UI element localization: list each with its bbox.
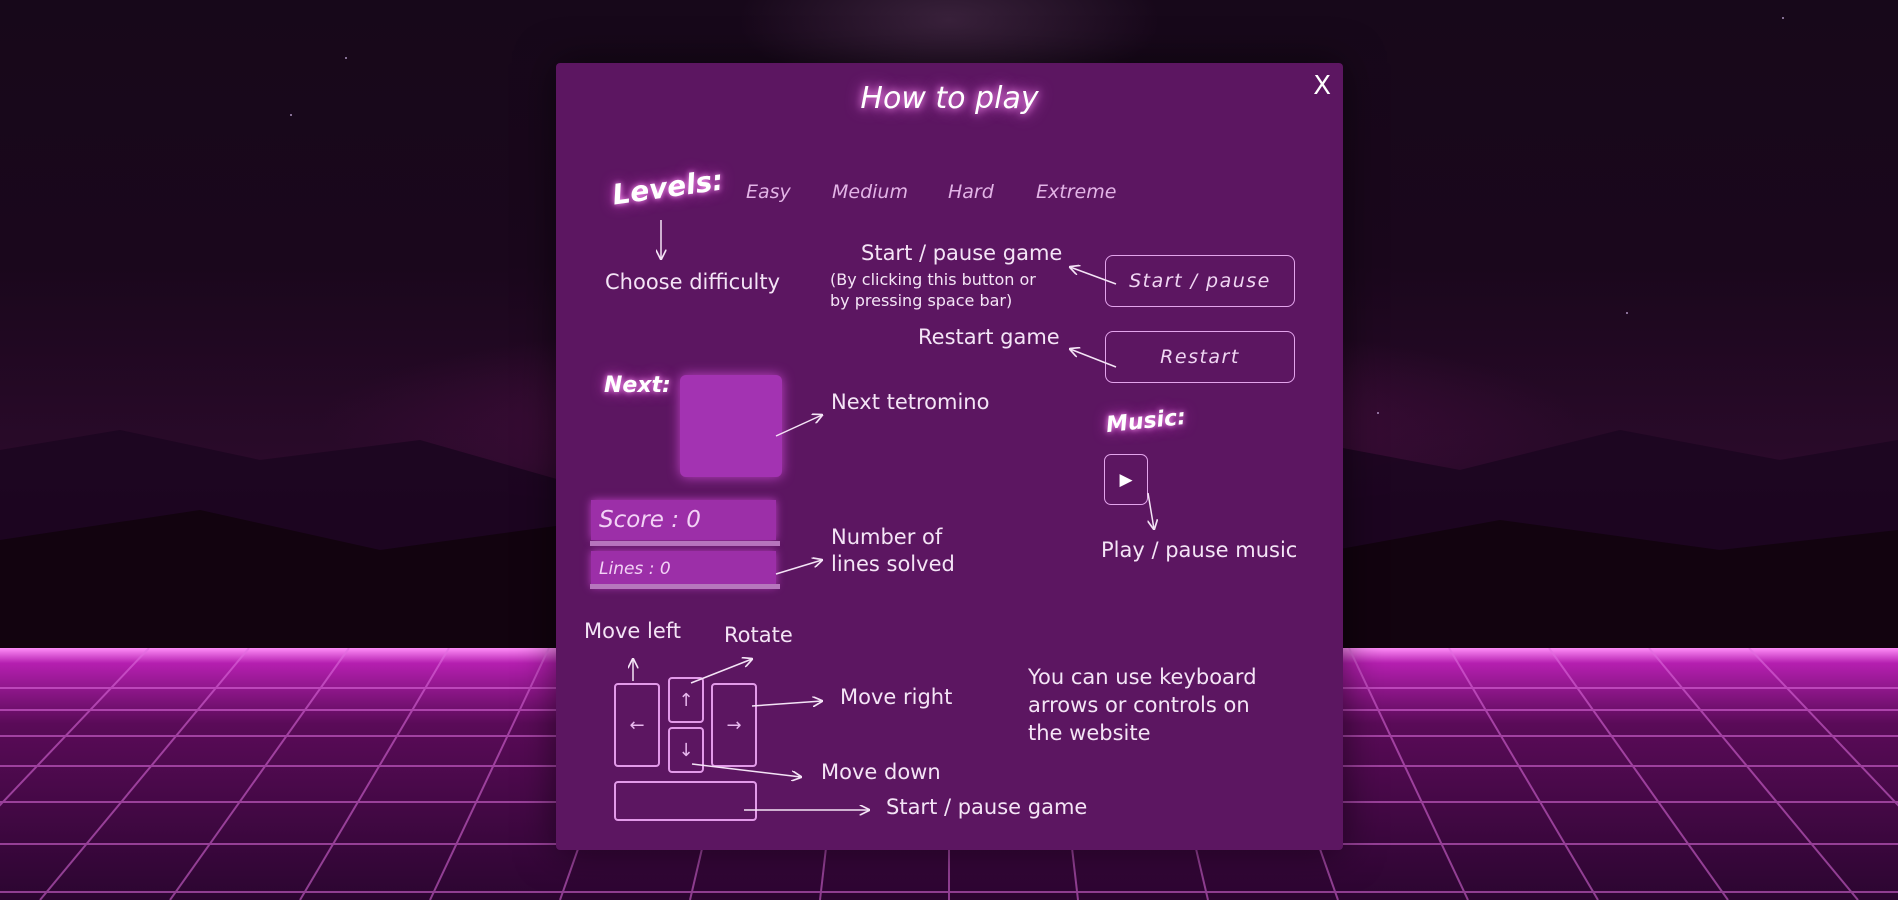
play-music-button[interactable]: ▶ [1104, 454, 1148, 505]
star [1782, 17, 1784, 19]
levels-title: Levels: [610, 163, 726, 212]
key-left: ← [614, 683, 660, 767]
lines-annotation-line2: lines solved [831, 552, 955, 576]
level-hard[interactable]: Hard [948, 181, 994, 203]
play-pause-music-annotation: Play / pause music [1101, 538, 1298, 562]
lines-annotation-line1: Number of [831, 525, 943, 549]
arrow-next [775, 415, 822, 437]
level-extreme[interactable]: Extreme [1036, 181, 1116, 203]
next-tetromino-preview [680, 375, 782, 477]
score-divider [590, 541, 780, 546]
star [345, 57, 347, 59]
music-title: Music: [1104, 404, 1188, 439]
score-display: Score : 0 [591, 500, 776, 540]
start-pause-annotation: Start / pause game [861, 241, 1063, 265]
space-start-pause-annotation: Start / pause game [886, 795, 1088, 819]
lines-display: Lines : 0 [591, 551, 776, 587]
key-up: ↑ [668, 677, 704, 723]
restart-annotation: Restart game [918, 325, 1060, 349]
arrow-lines [775, 560, 822, 575]
restart-button[interactable]: Restart [1105, 331, 1295, 383]
keyboard-note: You can use keyboard arrows or controls … [1028, 663, 1257, 747]
start-pause-note: (By clicking this button or by pressing … [830, 270, 1036, 310]
play-icon: ▶ [1119, 469, 1133, 490]
key-right: → [711, 683, 757, 767]
next-title: Next: [604, 373, 671, 398]
lines-divider [590, 584, 780, 589]
level-medium[interactable]: Medium [832, 181, 908, 203]
arrow-move-right [751, 701, 822, 706]
choose-difficulty-annotation: Choose difficulty [605, 270, 781, 294]
keyboard-note-line2: arrows or controls on [1028, 693, 1250, 717]
close-button[interactable]: X [1313, 71, 1331, 101]
key-space [614, 781, 757, 821]
star [1626, 312, 1628, 314]
key-down: ↓ [668, 727, 704, 773]
move-down-annotation: Move down [821, 760, 941, 784]
level-easy[interactable]: Easy [746, 181, 791, 203]
star [290, 114, 292, 116]
arrow-music [1147, 492, 1154, 529]
rotate-annotation: Rotate [724, 623, 793, 647]
move-left-annotation: Move left [584, 619, 682, 643]
how-to-play-modal: How to play X Levels: Easy Medium Hard E… [556, 63, 1343, 850]
modal-title: How to play [860, 81, 1039, 116]
star [1377, 412, 1379, 414]
keyboard-note-line1: You can use keyboard [1028, 665, 1257, 689]
move-right-annotation: Move right [840, 685, 953, 709]
next-tetromino-annotation: Next tetromino [831, 390, 990, 414]
start-pause-button[interactable]: Start / pause [1105, 255, 1295, 307]
keyboard-note-line3: the website [1028, 721, 1151, 745]
